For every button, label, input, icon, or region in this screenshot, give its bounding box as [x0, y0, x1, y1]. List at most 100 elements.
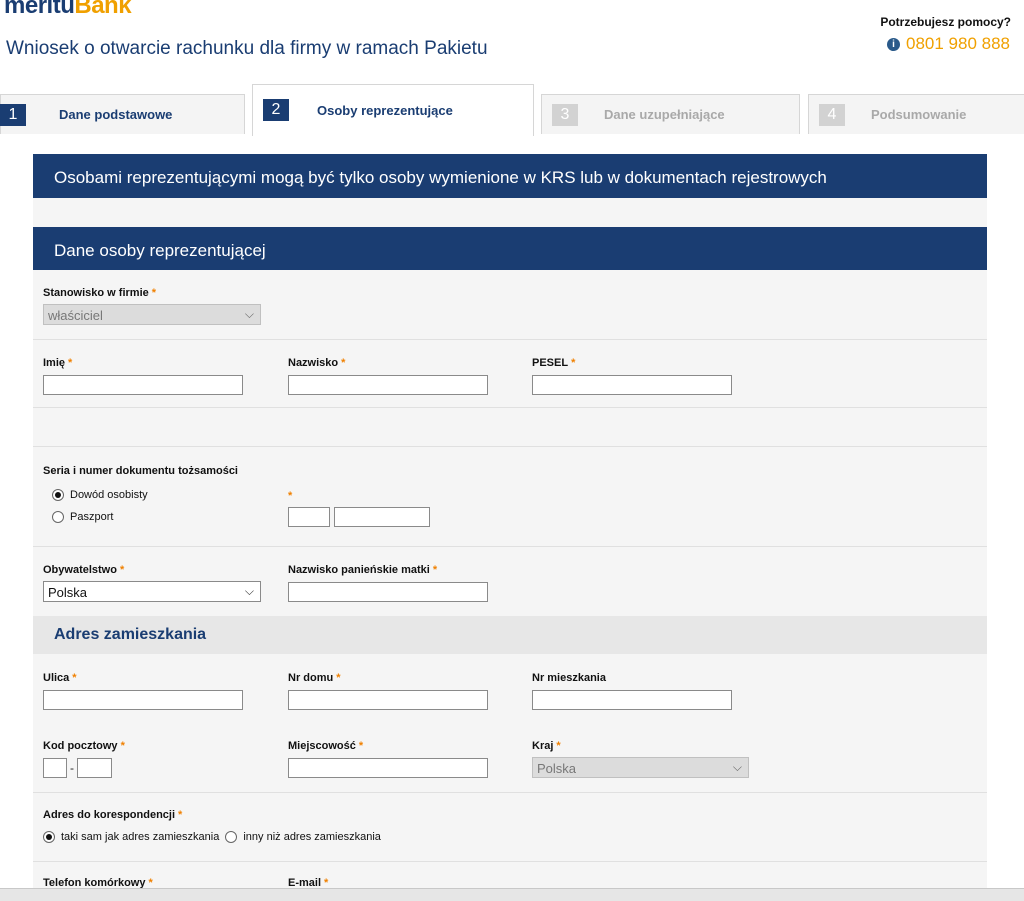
id-number-input[interactable] [334, 507, 430, 527]
postal-label: Kod pocztowy [43, 740, 118, 752]
first-name-label: Imię [43, 357, 66, 369]
required-mark: * [120, 740, 125, 752]
row-divider [33, 792, 987, 793]
id-number-field: * [288, 490, 430, 527]
merit-bank-logo[interactable]: merituBank [4, 0, 132, 20]
chevron-down-icon: ⌵ [244, 307, 254, 321]
corr-option-label: taki sam jak adres zamieszkania [61, 831, 220, 843]
required-mark: * [556, 740, 561, 752]
step-tabs: 1 Dane podstawowe 2 Osoby reprezentujące… [0, 84, 1024, 136]
required-mark: * [72, 672, 77, 684]
logo-accent: Bank [74, 0, 132, 19]
first-name-input[interactable] [43, 375, 243, 395]
mother-name-label: Nazwisko panieńskie matki [288, 564, 430, 576]
required-mark: * [336, 672, 341, 684]
help-phone[interactable]: i 0801 980 888 [887, 34, 1010, 54]
country-field: Kraj * Polska ⌵ [532, 740, 749, 778]
radio-selected-icon[interactable] [43, 831, 55, 843]
tab-dane-uzupelniajace[interactable]: 3 Dane uzupełniające [541, 94, 800, 134]
street-field: Ulica * [43, 672, 243, 710]
radio-unselected-icon[interactable] [52, 511, 64, 523]
first-name-field: Imię * [43, 357, 243, 395]
logo-text: meritu [4, 0, 75, 19]
tab-number: 4 [819, 104, 845, 126]
tab-dane-podstawowe[interactable]: 1 Dane podstawowe [0, 94, 245, 134]
mother-name-input[interactable] [288, 582, 488, 602]
tab-label: Osoby reprezentujące [317, 103, 453, 118]
flat-no-label: Nr mieszkania [532, 672, 606, 684]
postal-part-1-input[interactable] [43, 758, 67, 778]
id-doc-label: Seria i numer dokumentu tożsamości [43, 465, 238, 477]
postal-separator: - [70, 761, 74, 775]
tab-osoby-reprezentujace[interactable]: 2 Osoby reprezentujące [252, 84, 534, 136]
form-panel: Osobami reprezentującymi mogą być tylko … [33, 154, 987, 900]
row-divider [33, 861, 987, 862]
corr-option-same[interactable]: taki sam jak adres zamieszkania [43, 831, 219, 843]
required-mark: * [571, 357, 576, 369]
street-input[interactable] [43, 690, 243, 710]
house-no-field: Nr domu * [288, 672, 488, 710]
info-banner: Osobami reprezentującymi mogą być tylko … [33, 154, 987, 198]
street-label: Ulica [43, 672, 70, 684]
required-mark: * [151, 287, 157, 299]
id-series-input[interactable] [288, 507, 330, 527]
id-doc-field: Seria i numer dokumentu tożsamości Dowód… [43, 465, 238, 523]
tab-label: Dane podstawowe [59, 107, 173, 122]
id-option-label: Dowód osobisty [70, 489, 148, 501]
citizenship-label: Obywatelstwo [43, 564, 117, 576]
correspondence-field: Adres do korespondencji * taki sam jak ad… [43, 809, 381, 843]
citizenship-value: Polska [48, 585, 88, 600]
id-option-dowod[interactable]: Dowód osobisty [52, 489, 238, 501]
help-label: Potrzebujesz pomocy? [880, 15, 1011, 29]
citizenship-select[interactable]: Polska ⌵ [43, 581, 261, 602]
country-label: Kraj [532, 740, 554, 752]
address-header: Adres zamieszkania [33, 616, 987, 654]
row-divider [33, 446, 987, 447]
required-mark: * [288, 490, 293, 502]
id-option-label: Paszport [70, 511, 114, 523]
postal-field: Kod pocztowy * - [43, 740, 125, 778]
id-option-paszport[interactable]: Paszport [52, 511, 238, 523]
required-mark: * [68, 357, 73, 369]
city-input[interactable] [288, 758, 488, 778]
country-select[interactable]: Polska ⌵ [532, 757, 749, 778]
pesel-input[interactable] [532, 375, 732, 395]
corr-label: Adres do korespondencji [43, 809, 176, 821]
required-mark: * [178, 809, 183, 821]
position-label: Stanowisko w firmie [43, 287, 149, 299]
required-mark: * [119, 564, 125, 576]
house-no-label: Nr domu [288, 672, 334, 684]
section-title: Dane osoby reprezentującej [33, 227, 987, 270]
required-mark: * [341, 357, 346, 369]
tab-podsumowanie[interactable]: 4 Podsumowanie [808, 94, 1024, 134]
phone-icon: i [887, 37, 900, 51]
pesel-field: PESEL * [532, 357, 732, 395]
tab-label: Podsumowanie [871, 107, 967, 122]
flat-no-input[interactable] [532, 690, 732, 710]
required-mark: * [358, 740, 364, 752]
pesel-label: PESEL [532, 357, 569, 369]
country-value: Polska [537, 761, 577, 776]
position-select[interactable]: właściciel ⌵ [43, 304, 261, 325]
last-name-input[interactable] [288, 375, 488, 395]
row-divider [33, 407, 987, 408]
corr-option-label: inny niż adres zamieszkania [243, 831, 381, 843]
tab-number: 2 [263, 99, 289, 121]
required-mark: * [432, 564, 438, 576]
last-name-label: Nazwisko [288, 357, 339, 369]
flat-no-field: Nr mieszkania [532, 672, 732, 710]
radio-unselected-icon[interactable] [225, 831, 238, 843]
help-phone-number: 0801 980 888 [906, 34, 1010, 53]
corr-option-other[interactable]: inny niż adres zamieszkania [225, 831, 381, 843]
chevron-down-icon: ⌵ [244, 584, 254, 598]
mother-name-field: Nazwisko panieńskie matki * [288, 564, 488, 602]
city-label: Miejscowość [288, 740, 356, 752]
row-divider [33, 339, 987, 340]
last-name-field: Nazwisko * [288, 357, 488, 395]
house-no-input[interactable] [288, 690, 488, 710]
tab-number: 1 [0, 104, 26, 126]
radio-selected-icon[interactable] [52, 489, 64, 501]
city-field: Miejscowość * [288, 740, 488, 778]
tab-number: 3 [552, 104, 578, 126]
postal-part-2-input[interactable] [77, 758, 112, 778]
